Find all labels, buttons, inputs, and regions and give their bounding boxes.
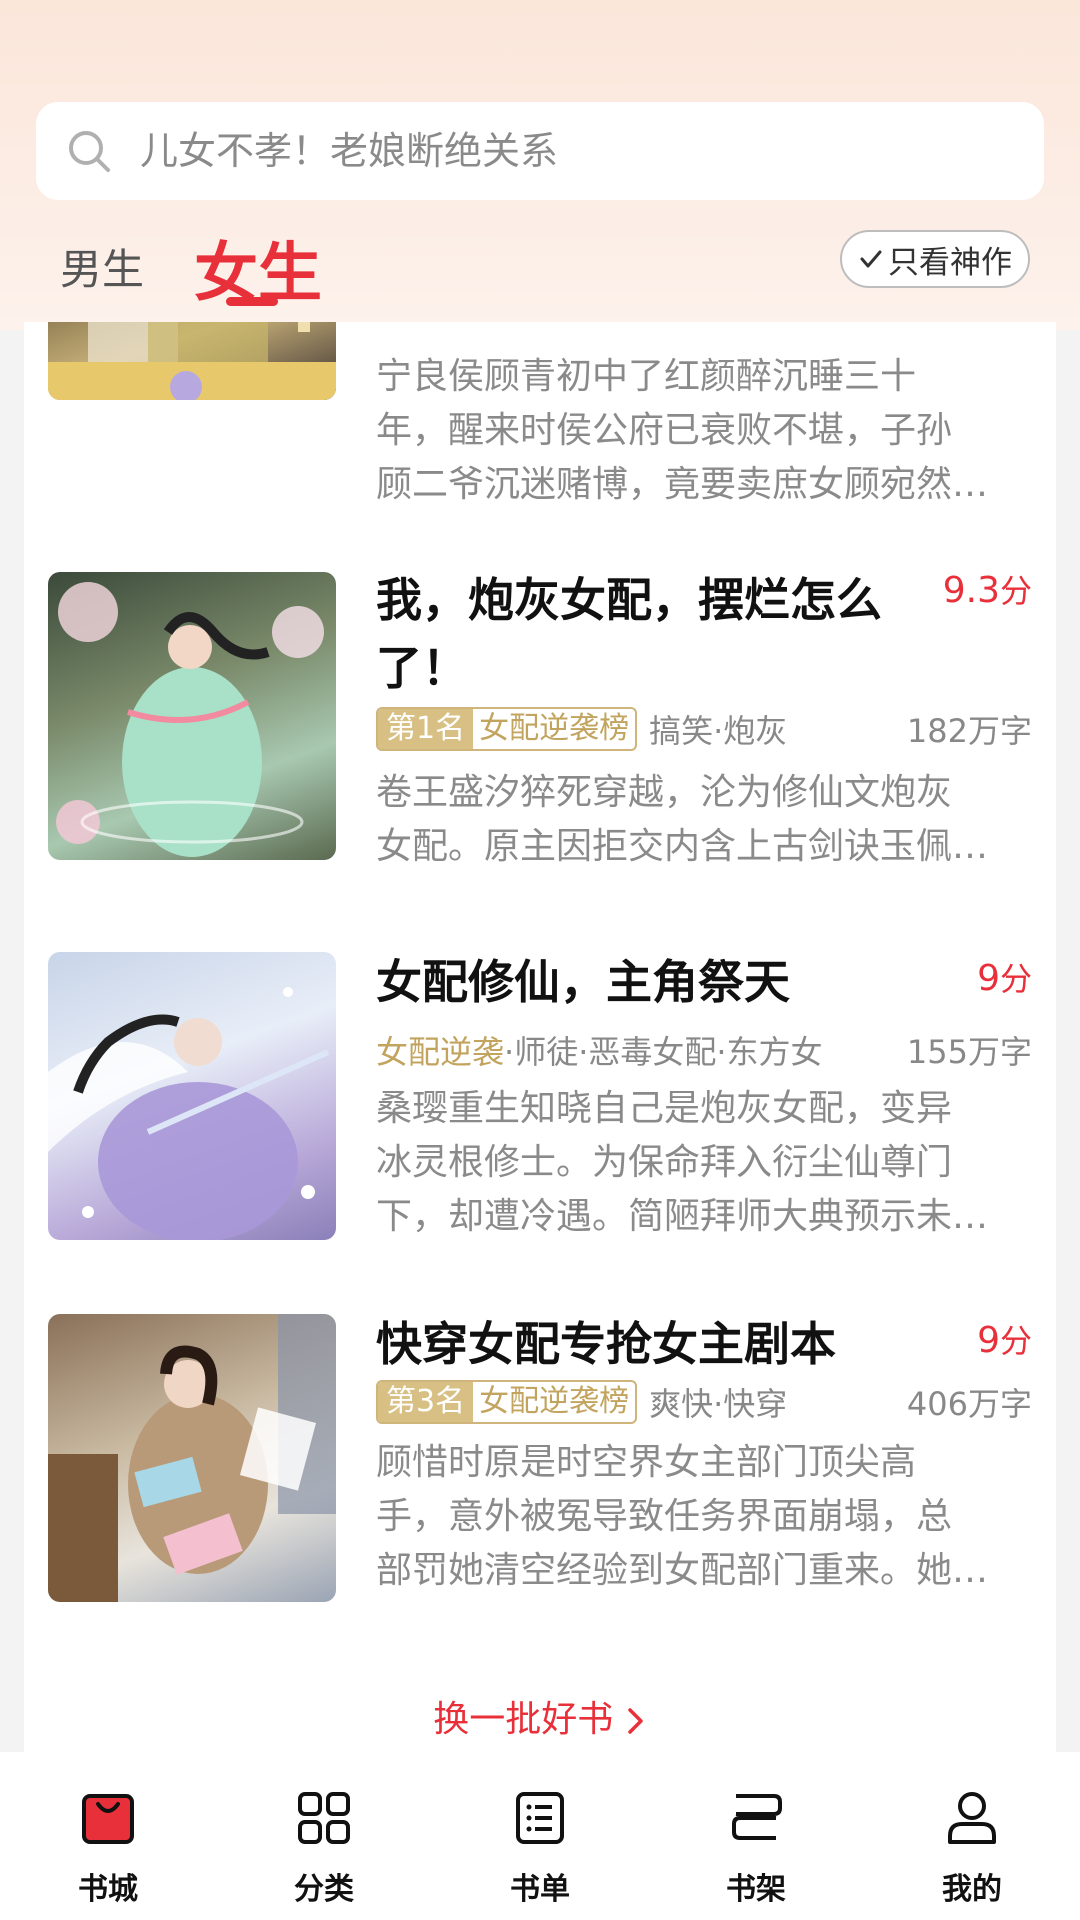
book-meta: 女配逆袭 ·师徒·恶毒女配·东方女 155万字 xyxy=(376,1027,1032,1073)
book-tags: 搞笑·炮灰 xyxy=(649,712,788,750)
bookstore-icon xyxy=(82,1794,134,1844)
list-item[interactable]: 女配修仙，主角祭天 9分 女配逆袭 ·师徒·恶毒女配·东方女 155万字 桑璎重… xyxy=(24,952,1056,1252)
book-title: 我，炮灰女配，摆烂怎么 了！ xyxy=(376,573,882,695)
book-tags: ·师徒·恶毒女配·东方女 xyxy=(504,1033,823,1071)
nav-label: 书架 xyxy=(726,1872,786,1907)
book-cover xyxy=(48,572,336,860)
nav-label: 我的 xyxy=(942,1872,1002,1907)
book-description: 卷王盛汐猝死穿越，沦为修仙文炮灰 女配。原主因拒交内含上古剑诀玉佩… xyxy=(376,772,989,867)
search-placeholder: 儿女不孝！老娘断绝关系 xyxy=(140,129,559,173)
refresh-batch-button[interactable]: 换一批好书 xyxy=(24,1690,1056,1742)
nav-category[interactable]: 分类 xyxy=(216,1752,432,1920)
word-count: 182万字 xyxy=(906,712,1032,750)
grid-icon xyxy=(298,1792,350,1844)
book-description: 宁良侯顾青初中了红颜醉沉睡三十 年，醒来时侯公府已衰败不堪，子孙 顾二爷沉迷赌博… xyxy=(376,356,989,505)
book-cover xyxy=(48,952,336,1240)
nav-bookstore[interactable]: 书城 xyxy=(0,1752,216,1920)
list-tag: 女配逆袭 xyxy=(376,1033,505,1071)
only-masterpiece-toggle[interactable]: 只看神作 xyxy=(840,230,1030,288)
book-score: 9.3分 xyxy=(942,570,1032,611)
tab-active-indicator xyxy=(226,297,278,306)
book-title: 女配修仙，主角祭天 xyxy=(376,955,790,1009)
tab-male[interactable]: 男生 xyxy=(60,236,144,297)
book-cover xyxy=(48,322,336,400)
book-meta: 第3名 女配逆袭榜 爽快·快穿 406万字 xyxy=(376,1379,1032,1425)
book-score: 9分 xyxy=(977,958,1032,999)
list-item[interactable]: 快穿女配专抢女主剧本 9分 第3名 女配逆袭榜 爽快·快穿 406万字 顾惜时原… xyxy=(24,1314,1056,1614)
book-title: 快穿女配专抢女主剧本 xyxy=(376,1317,836,1371)
nav-label: 分类 xyxy=(294,1872,354,1907)
rank-badge[interactable]: 第1名 女配逆袭榜 xyxy=(376,707,638,751)
book-tags: 爽快·快穿 xyxy=(649,1385,788,1423)
book-description: 顾惜时原是时空界女主部门顶尖高 手，意外被冤导致任务界面崩塌，总 部罚她清空经验… xyxy=(376,1442,989,1591)
chevron-right-icon xyxy=(627,1708,643,1734)
bookshelf-icon xyxy=(732,1794,782,1840)
check-icon xyxy=(860,250,882,268)
list-icon xyxy=(516,1792,564,1844)
book-score: 9分 xyxy=(977,1320,1032,1361)
filter-label: 只看神作 xyxy=(888,244,1012,281)
word-count: 155万字 xyxy=(906,1033,1032,1071)
list-item[interactable]: 我，炮灰女配，摆烂怎么 了！ 9.3分 第1名 女配逆袭榜 搞笑·炮灰 182万… xyxy=(24,570,1056,872)
word-count: 406万字 xyxy=(906,1385,1032,1423)
book-list-card: 宁良侯顾青初中了红颜醉沉睡三十 年，醒来时侯公府已衰败不堪，子孙 顾二爷沉迷赌博… xyxy=(24,322,1056,1752)
profile-icon xyxy=(948,1792,996,1844)
rank-badge[interactable]: 第3名 女配逆袭榜 xyxy=(376,1380,638,1424)
nav-bookshelf[interactable]: 书架 xyxy=(648,1752,864,1920)
nav-booklist[interactable]: 书单 xyxy=(432,1752,648,1920)
list-item[interactable]: 宁良侯顾青初中了红颜醉沉睡三十 年，醒来时侯公府已衰败不堪，子孙 顾二爷沉迷赌博… xyxy=(24,322,1056,505)
nav-label: 书城 xyxy=(78,1872,138,1907)
search-icon xyxy=(69,131,110,172)
nav-profile[interactable]: 我的 xyxy=(864,1752,1080,1920)
bottom-navigation: 书城 分类 书单 书架 我的 xyxy=(0,1752,1080,1920)
search-bar[interactable]: 儿女不孝！老娘断绝关系 xyxy=(36,102,1044,200)
book-meta: 第1名 女配逆袭榜 搞笑·炮灰 182万字 xyxy=(376,706,1032,752)
book-cover xyxy=(48,1314,336,1602)
nav-label: 书单 xyxy=(510,1872,570,1907)
book-description: 桑璎重生知晓自己是炮灰女配，变异 冰灵根修士。为保命拜入衍尘仙尊门 下，却遭冷遇… xyxy=(376,1088,989,1237)
